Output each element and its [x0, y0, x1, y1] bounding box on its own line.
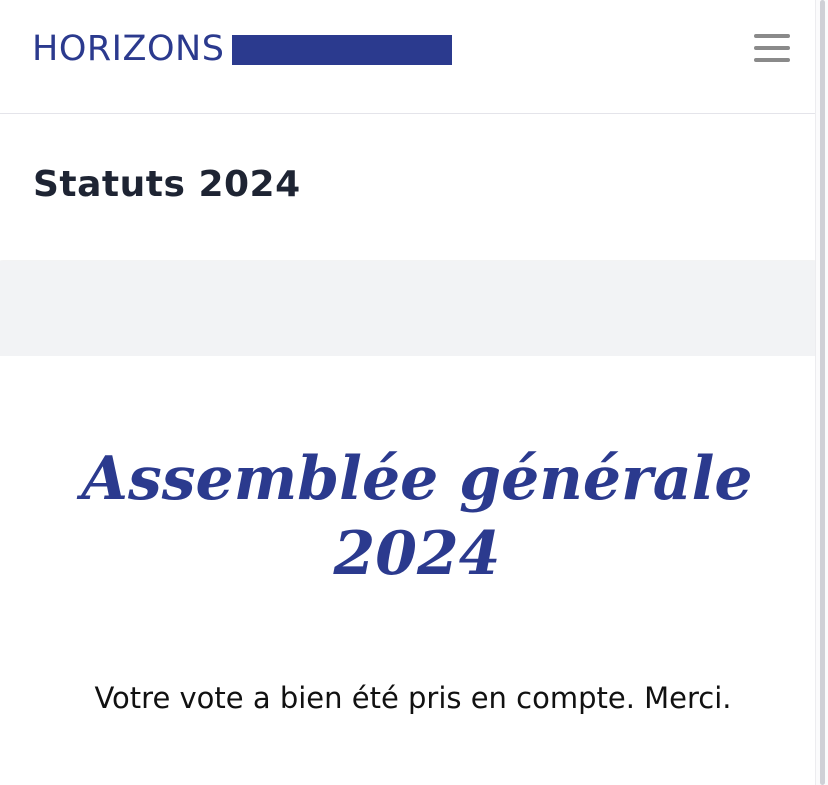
menu-line [754, 58, 790, 62]
logo-bar [232, 35, 453, 65]
headline-line-1: Assemblée générale [81, 444, 753, 514]
headline-line-2: 2024 [333, 519, 501, 589]
spacer-band [0, 261, 816, 356]
hamburger-menu-icon[interactable] [754, 32, 792, 64]
confirmation-message: Votre vote a bien été pris en compte. Me… [94, 681, 732, 715]
scrollbar-thumb[interactable] [820, 0, 825, 785]
headline: Assemblée générale 2024 [0, 442, 828, 592]
menu-line [754, 46, 790, 50]
logo-text: HORIZONS [32, 29, 225, 69]
menu-line [754, 34, 790, 38]
page: HORIZONS Statuts 2024 Assemblée générale… [0, 0, 828, 785]
title-band: Statuts 2024 [0, 114, 816, 260]
main-content: Assemblée générale 2024 Votre vote a bie… [0, 356, 816, 785]
site-header: HORIZONS [0, 0, 816, 114]
horizons-logo[interactable]: HORIZONS [32, 29, 453, 69]
scrollbar[interactable] [815, 0, 828, 785]
page-title: Statuts 2024 [33, 164, 301, 205]
